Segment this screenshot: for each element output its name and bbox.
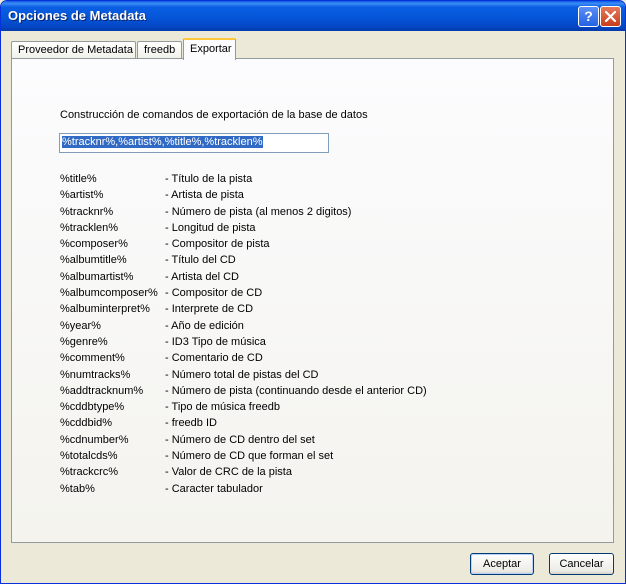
variable-list: %title% - Título de la pista %artist% - Art… (60, 173, 427, 499)
variable-token: %genre% (60, 335, 108, 348)
variable-row: %trackcrc% - Valor de CRC de la pista (60, 466, 427, 482)
variable-row: %year% - Año de edición (60, 320, 427, 336)
variable-token: %cddbtype% (60, 401, 125, 414)
variable-description: - ID3 Tipo de música (165, 335, 266, 348)
variable-row: %artist% - Artista de pista (60, 189, 427, 205)
variable-row: %albuminterpret% - Interprete de CD (60, 303, 427, 319)
title-bar[interactable]: Opciones de Metadata ? (1, 1, 625, 31)
variable-token: %albumtitle% (60, 254, 127, 267)
variable-row: %albumartist% - Artista del CD (60, 271, 427, 287)
variable-row: %cdnumber% - Número de CD dentro del set (60, 434, 427, 450)
variable-description: - Artista de pista (165, 189, 244, 202)
variable-token: %comment% (60, 352, 125, 365)
variable-row: %tab% - Caracter tabulador (60, 483, 427, 499)
variable-row: %comment% - Comentario de CD (60, 352, 427, 368)
variable-description: - freedb ID (165, 417, 217, 430)
variable-description: - Caracter tabulador (165, 482, 263, 495)
metadata-options-dialog: Opciones de Metadata ? Proveedor de Meta… (0, 0, 626, 584)
close-button[interactable] (600, 6, 621, 27)
variable-row: %cddbtype% - Tipo de música freedb (60, 401, 427, 417)
variable-description: - Longitud de pista (165, 221, 256, 234)
variable-token: %totalcds% (60, 450, 118, 463)
variable-row: %composer% - Compositor de pista (60, 238, 427, 254)
variable-description: - Comentario de CD (165, 352, 263, 365)
variable-description: - Tipo de música freedb (165, 401, 280, 414)
variable-description: - Título de la pista (165, 173, 253, 185)
variable-row: %albumtitle% - Título del CD (60, 254, 427, 270)
variable-description: - Interprete de CD (165, 303, 254, 316)
variable-token: %artist% (60, 189, 104, 202)
variable-row: %addtracknum% - Número de pista (continua… (60, 385, 427, 401)
variable-token: %cdnumber% (60, 433, 129, 446)
variable-description: - Artista del CD (165, 270, 239, 283)
variable-description: - Año de edición (165, 319, 244, 332)
variable-token: %year% (60, 319, 101, 332)
variable-token: %trackcrc% (60, 466, 119, 479)
variable-token: %cddbid% (60, 417, 112, 430)
variable-token: %numtracks% (60, 368, 131, 381)
variable-token: %albumartist% (60, 270, 134, 283)
variable-description: - Número total de pistas del CD (165, 368, 319, 381)
variable-token: %tracklen% (60, 221, 119, 234)
variable-description: - Compositor de pista (165, 238, 270, 251)
export-command-value: %tracknr%,%artist%,%title%,%tracklen% (62, 136, 263, 148)
variable-description: - Número de CD dentro del set (165, 433, 315, 446)
variable-token: %tab% (60, 482, 95, 495)
variable-token: %title% (60, 173, 97, 185)
variable-row: %tracklen% - Longitud de pista (60, 222, 427, 238)
help-button[interactable]: ? (578, 6, 599, 27)
variable-row: %genre% - ID3 Tipo de música (60, 336, 427, 352)
variable-description: - Número de pista (continuando desde el … (165, 384, 427, 397)
tab-freedb[interactable]: freedb (137, 41, 182, 59)
cancel-button[interactable]: Cancelar (549, 553, 614, 575)
variable-token: %albumcomposer% (60, 287, 158, 300)
variable-description: - Compositor de CD (165, 287, 263, 300)
variable-token: %tracknr% (60, 205, 114, 218)
variable-row: %numtracks% - Número total de pistas del … (60, 369, 427, 385)
variable-description: - Número de pista (al menos 2 digitos) (165, 205, 352, 218)
variable-row: %albumcomposer% - Compositor de CD (60, 287, 427, 303)
variable-token: %albuminterpret% (60, 303, 150, 316)
variable-row: %cddbid% - freedb ID (60, 417, 427, 433)
variable-description: - Número de CD que forman el set (165, 450, 334, 463)
ok-button[interactable]: Aceptar (470, 553, 534, 575)
variable-description: - Valor de CRC de la pista (165, 466, 292, 479)
close-icon (605, 11, 616, 22)
variable-token: %addtracknum% (60, 384, 144, 397)
variable-row: %title% - Título de la pista (60, 173, 427, 189)
window-title: Opciones de Metadata (8, 8, 146, 23)
variable-token: %composer% (60, 238, 128, 251)
export-heading: Construcción de comandos de exportación … (60, 109, 368, 121)
variable-row: %tracknr% - Número de pista (al menos 2 d… (60, 206, 427, 222)
tab-export[interactable]: Exportar (183, 38, 236, 60)
export-command-input[interactable]: %tracknr%,%artist%,%title%,%tracklen% (59, 133, 329, 153)
variable-description: - Título del CD (165, 254, 236, 267)
export-panel: Construcción de comandos de exportación … (11, 58, 614, 543)
tab-metadata-provider[interactable]: Proveedor de Metadata (11, 41, 136, 59)
variable-row: %totalcds% - Número de CD que forman el s… (60, 450, 427, 466)
